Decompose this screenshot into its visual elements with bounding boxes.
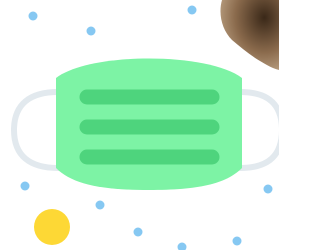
dot <box>187 5 197 15</box>
mask-illustration-svg <box>10 0 279 250</box>
right-ear-loop <box>237 89 279 171</box>
dot <box>133 227 143 237</box>
dot <box>263 184 273 194</box>
dot <box>232 236 242 246</box>
yellow-circle <box>34 209 70 245</box>
dot <box>86 26 96 36</box>
dot <box>177 242 187 250</box>
dot <box>20 181 30 191</box>
left-ear-loop <box>10 89 61 171</box>
dot <box>28 11 38 21</box>
mask-illustration <box>0 0 279 250</box>
dot <box>95 200 105 210</box>
